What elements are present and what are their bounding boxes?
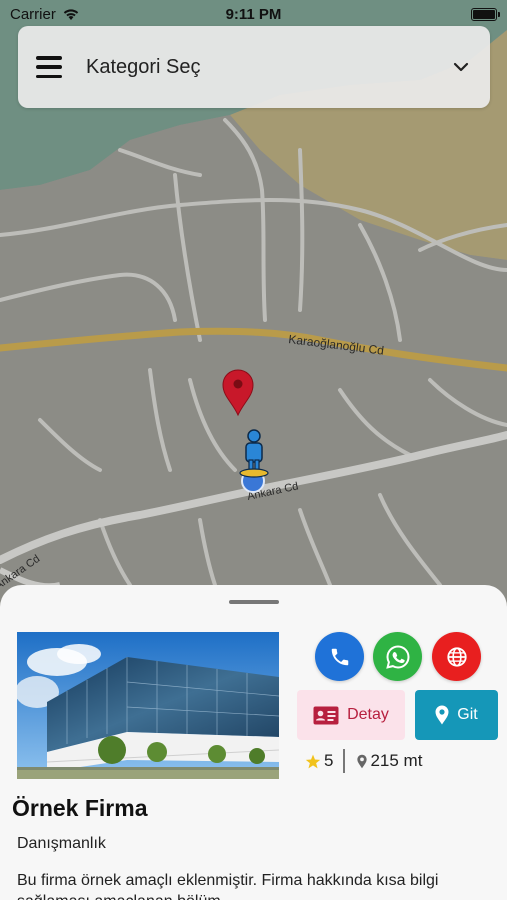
company-name: Örnek Firma <box>12 795 148 821</box>
go-button-label: Git <box>457 706 478 723</box>
category-selector-label[interactable]: Kategori Seç <box>86 56 450 79</box>
call-button[interactable] <box>315 632 364 681</box>
hamburger-icon[interactable] <box>36 56 62 78</box>
meta-divider <box>343 749 346 773</box>
battery-level <box>473 9 495 19</box>
rating: 5 <box>305 751 333 771</box>
star-icon <box>305 754 321 768</box>
whatsapp-icon <box>385 644 410 669</box>
phone-icon <box>331 648 348 665</box>
whatsapp-button[interactable] <box>373 632 422 681</box>
company-description: Bu firma örnek amaçlı eklenmiştir. Firma… <box>17 872 439 900</box>
status-bar: Carrier 9:11 PM <box>0 0 507 28</box>
sheet-grabber-handle[interactable] <box>229 600 279 604</box>
carrier-label: Carrier <box>10 5 56 23</box>
location-pin-icon <box>435 705 449 725</box>
status-left: Carrier <box>10 6 80 23</box>
company-bottom-sheet[interactable]: Detay Git 5 215 mt Örnek Firma Danışmanl… <box>0 585 507 900</box>
detail-button[interactable]: Detay <box>297 690 405 740</box>
go-button[interactable]: Git <box>415 690 498 740</box>
website-button[interactable] <box>432 632 481 681</box>
detail-button-label: Detay <box>347 706 389 723</box>
company-meta-row: 5 215 mt <box>305 748 422 774</box>
company-category: Danışmanlık <box>17 835 106 852</box>
battery-icon <box>471 7 500 21</box>
distance: 215 mt <box>357 751 422 771</box>
distance-value: 215 mt <box>370 751 423 770</box>
rating-value: 5 <box>324 751 334 770</box>
globe-icon <box>446 646 467 667</box>
company-photo <box>17 632 279 779</box>
distance-pin-icon <box>357 754 368 768</box>
id-card-icon <box>313 706 339 724</box>
category-selector[interactable]: Kategori Seç <box>18 26 490 108</box>
wifi-icon <box>63 8 79 20</box>
chevron-down-icon[interactable] <box>450 56 472 78</box>
